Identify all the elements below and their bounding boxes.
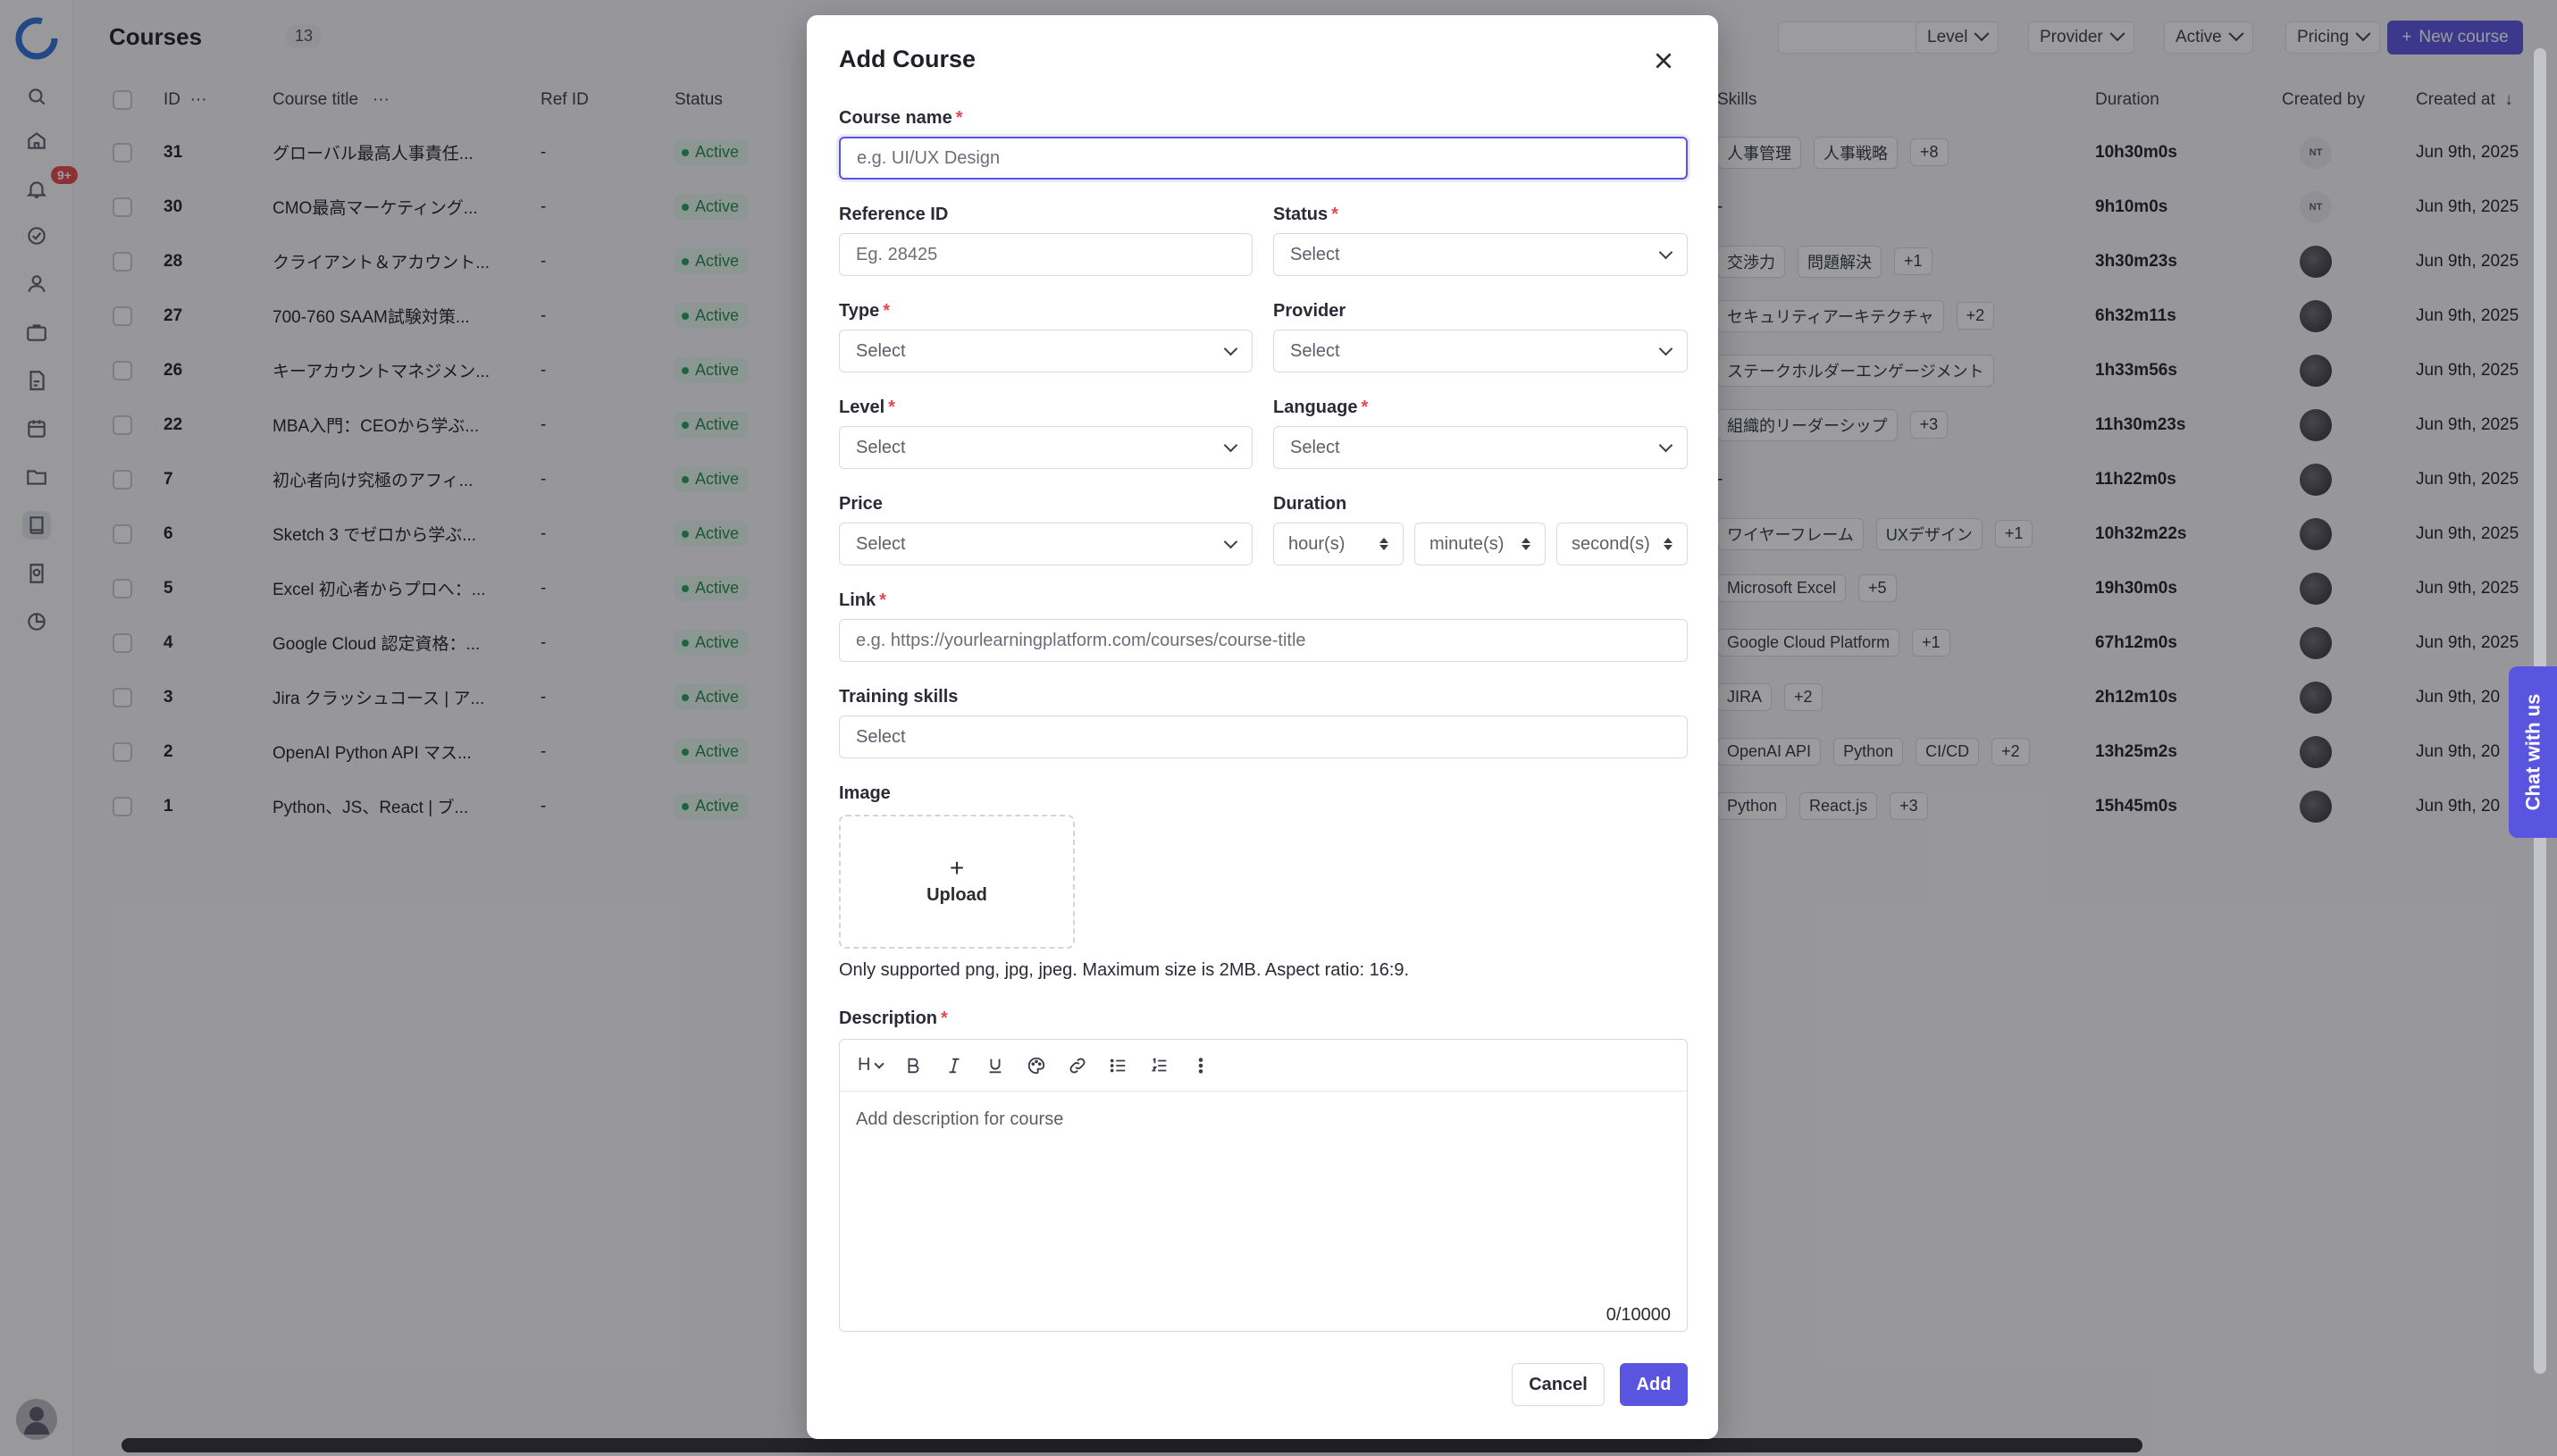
course-name-input[interactable] bbox=[857, 147, 1670, 169]
duration-label: Duration bbox=[1273, 494, 1347, 514]
minutes-input[interactable]: minute(s) bbox=[1414, 523, 1546, 565]
description-label: Description * bbox=[839, 1008, 948, 1028]
description-editor[interactable]: H Add description for course 0/10000 bbox=[839, 1039, 1688, 1332]
heading-icon[interactable]: H bbox=[858, 1055, 885, 1076]
character-counter: 0/10000 bbox=[1605, 1305, 1671, 1325]
price-select[interactable]: Select bbox=[839, 523, 1253, 565]
add-course-modal: Add Course Course name* Reference ID Sta… bbox=[807, 15, 1718, 1439]
chevron-down-icon bbox=[1223, 438, 1238, 452]
link-field[interactable] bbox=[839, 619, 1688, 662]
description-placeholder: Add description for course bbox=[856, 1109, 1064, 1129]
stepper-icon[interactable] bbox=[1664, 538, 1673, 550]
training-skills-select[interactable]: Select bbox=[839, 715, 1688, 758]
course-name-label: Course name * bbox=[839, 108, 963, 128]
chevron-down-icon bbox=[1658, 245, 1673, 259]
editor-toolbar: H bbox=[840, 1040, 1687, 1092]
status-label: Status * bbox=[1273, 205, 1338, 224]
numbered-list-icon[interactable] bbox=[1149, 1055, 1170, 1076]
link-icon[interactable] bbox=[1067, 1055, 1088, 1076]
reference-id-field[interactable] bbox=[839, 233, 1253, 276]
underline-icon[interactable] bbox=[985, 1055, 1006, 1076]
bold-icon[interactable] bbox=[902, 1055, 924, 1076]
chat-with-us-button[interactable]: Chat with us bbox=[2509, 666, 2557, 838]
link-label: Link * bbox=[839, 590, 886, 610]
close-icon bbox=[1656, 53, 1672, 69]
reference-id-label: Reference ID bbox=[839, 205, 949, 224]
provider-select[interactable]: Select bbox=[1273, 330, 1688, 372]
level-select[interactable]: Select bbox=[839, 426, 1253, 469]
chevron-down-icon bbox=[874, 1058, 885, 1069]
stepper-icon[interactable] bbox=[1379, 538, 1388, 550]
training-skills-label: Training skills bbox=[839, 687, 959, 707]
image-upload-button[interactable]: + Upload bbox=[839, 815, 1075, 949]
chevron-down-icon bbox=[1658, 341, 1673, 356]
stepper-icon[interactable] bbox=[1522, 538, 1530, 550]
cancel-button[interactable]: Cancel bbox=[1512, 1363, 1605, 1406]
language-label: Language * bbox=[1273, 397, 1369, 417]
type-label: Type * bbox=[839, 301, 890, 321]
seconds-input[interactable]: second(s) bbox=[1556, 523, 1688, 565]
close-button[interactable] bbox=[1648, 46, 1679, 76]
chevron-down-icon bbox=[1223, 534, 1238, 548]
provider-label: Provider bbox=[1273, 301, 1346, 321]
plus-icon: + bbox=[949, 853, 965, 882]
add-button[interactable]: Add bbox=[1620, 1363, 1688, 1406]
course-name-field[interactable] bbox=[839, 137, 1688, 180]
hours-input[interactable]: hour(s) bbox=[1273, 523, 1404, 565]
reference-id-input[interactable] bbox=[856, 244, 1236, 265]
more-options-icon[interactable] bbox=[1190, 1055, 1211, 1076]
palette-icon[interactable] bbox=[1026, 1055, 1047, 1076]
level-label: Level * bbox=[839, 397, 895, 417]
image-hint: Only supported png, jpg, jpeg. Maximum s… bbox=[839, 960, 1410, 980]
language-select[interactable]: Select bbox=[1273, 426, 1688, 469]
bullet-list-icon[interactable] bbox=[1108, 1055, 1129, 1076]
italic-icon[interactable] bbox=[943, 1055, 965, 1076]
image-label: Image bbox=[839, 783, 891, 803]
chevron-down-icon bbox=[1658, 438, 1673, 452]
type-select[interactable]: Select bbox=[839, 330, 1253, 372]
chevron-down-icon bbox=[1223, 341, 1238, 356]
status-select[interactable]: Select bbox=[1273, 233, 1688, 276]
link-input[interactable] bbox=[856, 630, 1671, 651]
price-label: Price bbox=[839, 494, 883, 514]
modal-title: Add Course bbox=[839, 46, 977, 72]
